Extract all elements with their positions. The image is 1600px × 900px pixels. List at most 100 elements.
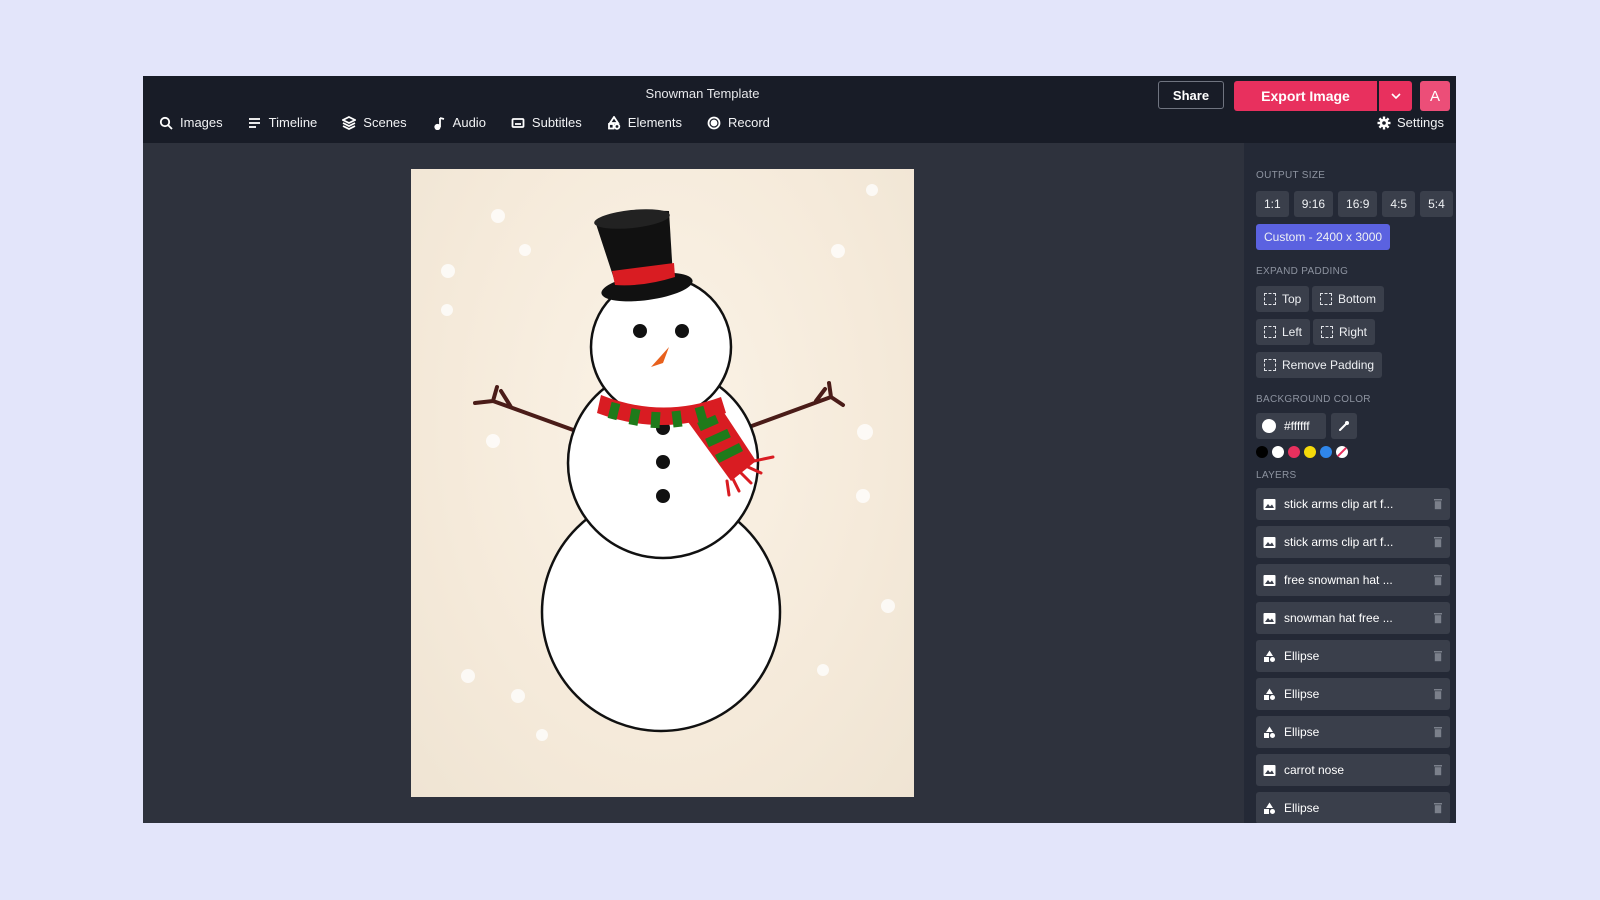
swatch-blue[interactable] xyxy=(1320,446,1332,458)
timeline-icon xyxy=(248,117,260,128)
image-icon xyxy=(1263,498,1276,510)
top-hat xyxy=(594,209,693,302)
image-icon xyxy=(1263,574,1276,586)
trash-icon[interactable] xyxy=(1433,536,1443,548)
subtitles-icon xyxy=(511,117,525,128)
ratio-1-1-button[interactable]: 1:1 xyxy=(1256,191,1289,217)
layer-name: stick arms clip art f... xyxy=(1284,535,1394,549)
menu-item-label: Audio xyxy=(452,115,486,130)
remove-padding-button[interactable]: Remove Padding xyxy=(1256,352,1383,378)
swatch-yellow[interactable] xyxy=(1304,446,1316,458)
color-swatches xyxy=(1256,446,1348,458)
dashed-box-icon xyxy=(1264,293,1276,305)
trash-icon[interactable] xyxy=(1433,612,1443,624)
menu-item-label: Subtitles xyxy=(531,115,582,130)
dashed-box-icon xyxy=(1321,326,1333,338)
shapes-icon xyxy=(1264,726,1275,738)
layer-name: carrot nose xyxy=(1284,763,1345,777)
layer-item[interactable]: Ellipse xyxy=(1256,678,1450,710)
menu-item-images[interactable]: Images xyxy=(159,115,223,130)
menu-item-elements[interactable]: Elements xyxy=(607,115,682,130)
canvas-workspace xyxy=(143,143,1244,823)
padding-left-button[interactable]: Left xyxy=(1256,319,1311,345)
trash-icon[interactable] xyxy=(1433,802,1443,814)
swatch-red[interactable] xyxy=(1288,446,1300,458)
background-color-button[interactable]: #ffffff xyxy=(1256,413,1326,439)
layer-item[interactable]: Ellipse xyxy=(1256,792,1450,823)
trash-icon[interactable] xyxy=(1433,650,1443,662)
shapes-icon xyxy=(607,115,620,130)
layer-item[interactable]: Ellipse xyxy=(1256,716,1450,748)
layer-item[interactable]: stick arms clip art f... xyxy=(1256,488,1450,520)
layers-icon xyxy=(342,115,357,130)
padding-bottom-button[interactable]: Bottom xyxy=(1312,286,1385,312)
trash-icon[interactable] xyxy=(1433,726,1443,738)
menu-item-subtitles[interactable]: Subtitles xyxy=(511,115,582,130)
trash-icon[interactable] xyxy=(1433,574,1443,586)
swatch-white[interactable] xyxy=(1272,446,1284,458)
editor-window: Snowman Template Images Timeline Scenes … xyxy=(143,76,1456,823)
padding-top-button[interactable]: Top xyxy=(1256,286,1310,312)
gear-icon xyxy=(1377,116,1391,129)
document-title[interactable]: Snowman Template xyxy=(143,86,1262,101)
settings-label: Settings xyxy=(1397,115,1444,130)
menu-item-label: Record xyxy=(728,115,770,130)
layer-item[interactable]: snowman hat free ... xyxy=(1256,602,1450,634)
layer-name: free snowman hat ... xyxy=(1284,573,1393,587)
snowman-illustration xyxy=(473,209,845,733)
share-button[interactable]: Share xyxy=(1158,81,1224,109)
top-bar: Snowman Template Images Timeline Scenes … xyxy=(143,76,1456,143)
ratio-9-16-button[interactable]: 9:16 xyxy=(1293,191,1334,217)
trash-icon[interactable] xyxy=(1433,688,1443,700)
layer-item[interactable]: free snowman hat ... xyxy=(1256,564,1450,596)
layer-name: Ellipse xyxy=(1284,801,1320,815)
trash-icon[interactable] xyxy=(1433,764,1443,776)
dashed-box-icon xyxy=(1320,293,1332,305)
shapes-icon xyxy=(1264,650,1275,662)
shapes-icon xyxy=(1264,802,1275,814)
settings-button[interactable]: Settings xyxy=(1377,115,1444,130)
menu-item-scenes[interactable]: Scenes xyxy=(342,115,407,130)
menu-item-label: Elements xyxy=(627,115,682,130)
padding-right-label: Right xyxy=(1339,325,1368,339)
layer-name: Ellipse xyxy=(1284,687,1320,701)
design-canvas[interactable] xyxy=(411,169,914,797)
search-icon xyxy=(159,116,173,130)
swatch-black[interactable] xyxy=(1256,446,1268,458)
layer-name: Ellipse xyxy=(1284,649,1320,663)
main-menu: Images Timeline Scenes Audio Subtitles E… xyxy=(159,115,795,130)
padding-right-button[interactable]: Right xyxy=(1313,319,1376,345)
layer-item[interactable]: Ellipse xyxy=(1256,640,1450,672)
menu-item-record[interactable]: Record xyxy=(707,115,770,130)
eye xyxy=(675,324,689,338)
button-dot xyxy=(656,489,670,503)
layer-item[interactable]: carrot nose xyxy=(1256,754,1450,786)
menu-item-label: Timeline xyxy=(268,115,318,130)
layers-list: stick arms clip art f... stick arms clip… xyxy=(1256,488,1450,823)
padding-top-label: Top xyxy=(1282,292,1302,306)
layer-name: Ellipse xyxy=(1284,725,1320,739)
ratio-5-4-button[interactable]: 5:4 xyxy=(1420,191,1453,217)
expand-padding-label: EXPAND PADDING xyxy=(1256,266,1349,277)
menu-item-timeline[interactable]: Timeline xyxy=(248,115,318,130)
background-color-value: #ffffff xyxy=(1284,419,1310,433)
eye xyxy=(633,324,647,338)
layer-item[interactable]: stick arms clip art f... xyxy=(1256,526,1450,558)
trash-icon[interactable] xyxy=(1433,498,1443,510)
eyedropper-button[interactable] xyxy=(1331,413,1357,439)
dashed-box-icon xyxy=(1264,359,1276,371)
swatch-transparent[interactable] xyxy=(1336,446,1348,458)
padding-left-label: Left xyxy=(1282,325,1303,339)
ratio-4-5-button[interactable]: 4:5 xyxy=(1382,191,1416,217)
avatar[interactable]: A xyxy=(1420,81,1450,111)
custom-size-button[interactable]: Custom - 2400 x 3000 xyxy=(1256,224,1391,250)
export-options-button[interactable] xyxy=(1379,81,1412,111)
eyedropper-icon xyxy=(1339,421,1349,431)
layers-label: LAYERS xyxy=(1256,470,1297,481)
menu-item-label: Images xyxy=(180,115,223,130)
ratio-16-9-button[interactable]: 16:9 xyxy=(1338,191,1378,217)
background-color-label: BACKGROUND COLOR xyxy=(1256,394,1371,405)
menu-item-audio[interactable]: Audio xyxy=(432,115,486,130)
export-image-button[interactable]: Export Image xyxy=(1234,81,1377,111)
image-icon xyxy=(1263,764,1276,776)
